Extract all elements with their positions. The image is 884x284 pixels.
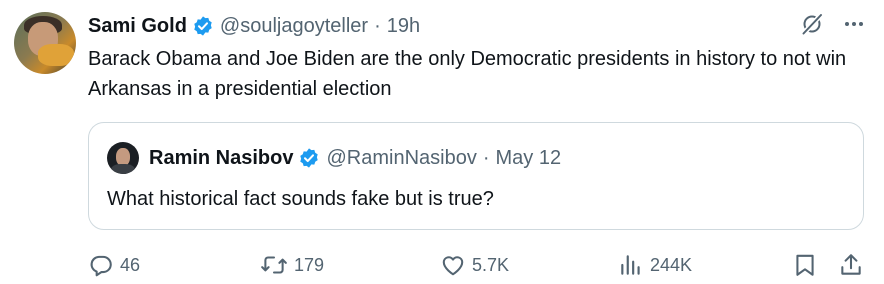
tweet-header: Sami Gold @souljagoyteller · 19h [88,12,420,40]
tweet-actions-bar: 46 179 5.7K 244K [88,250,868,280]
reply-count: 46 [120,254,141,275]
share-icon [841,254,861,275]
views-button[interactable]: 244K [618,250,692,280]
like-button[interactable]: 5.7K [440,250,509,280]
views-count: 244K [650,254,693,275]
like-icon [442,256,464,276]
grok-icon[interactable] [800,12,824,36]
separator-dot: · [482,146,490,169]
quoted-tweet[interactable]: Ramin Nasibov @RaminNasibov · May 12 Wha… [88,122,864,230]
verified-badge-icon [300,148,319,168]
tweet-timestamp[interactable]: 19h [387,15,420,38]
tweet-top-actions [800,12,866,36]
repost-button[interactable]: 179 [260,250,324,280]
reply-button[interactable]: 46 [88,250,140,280]
repost-count: 179 [294,254,325,275]
repost-icon [261,256,287,274]
separator-dot: · [374,14,381,37]
author-handle[interactable]: @souljagoyteller [220,15,368,38]
author-avatar[interactable] [14,12,76,74]
quoted-author-name[interactable]: Ramin Nasibov [149,147,293,170]
reply-icon [90,255,112,277]
share-button[interactable] [838,250,864,280]
like-count: 5.7K [472,254,510,275]
bookmark-icon [796,254,814,276]
quoted-tweet-header: Ramin Nasibov @RaminNasibov · May 12 [149,143,561,173]
bookmark-button[interactable] [792,250,818,280]
views-icon [621,255,640,275]
quoted-tweet-text: What historical fact sounds fake but is … [107,188,494,210]
quoted-author-avatar[interactable] [107,142,139,174]
quoted-author-handle[interactable]: @RaminNasibov [326,147,476,170]
verified-badge-icon [194,16,212,36]
author-name[interactable]: Sami Gold [88,15,187,38]
more-icon[interactable] [842,12,866,36]
tweet-text: Barack Obama and Joe Biden are the only … [88,48,847,100]
quoted-tweet-date[interactable]: May 12 [496,147,562,170]
